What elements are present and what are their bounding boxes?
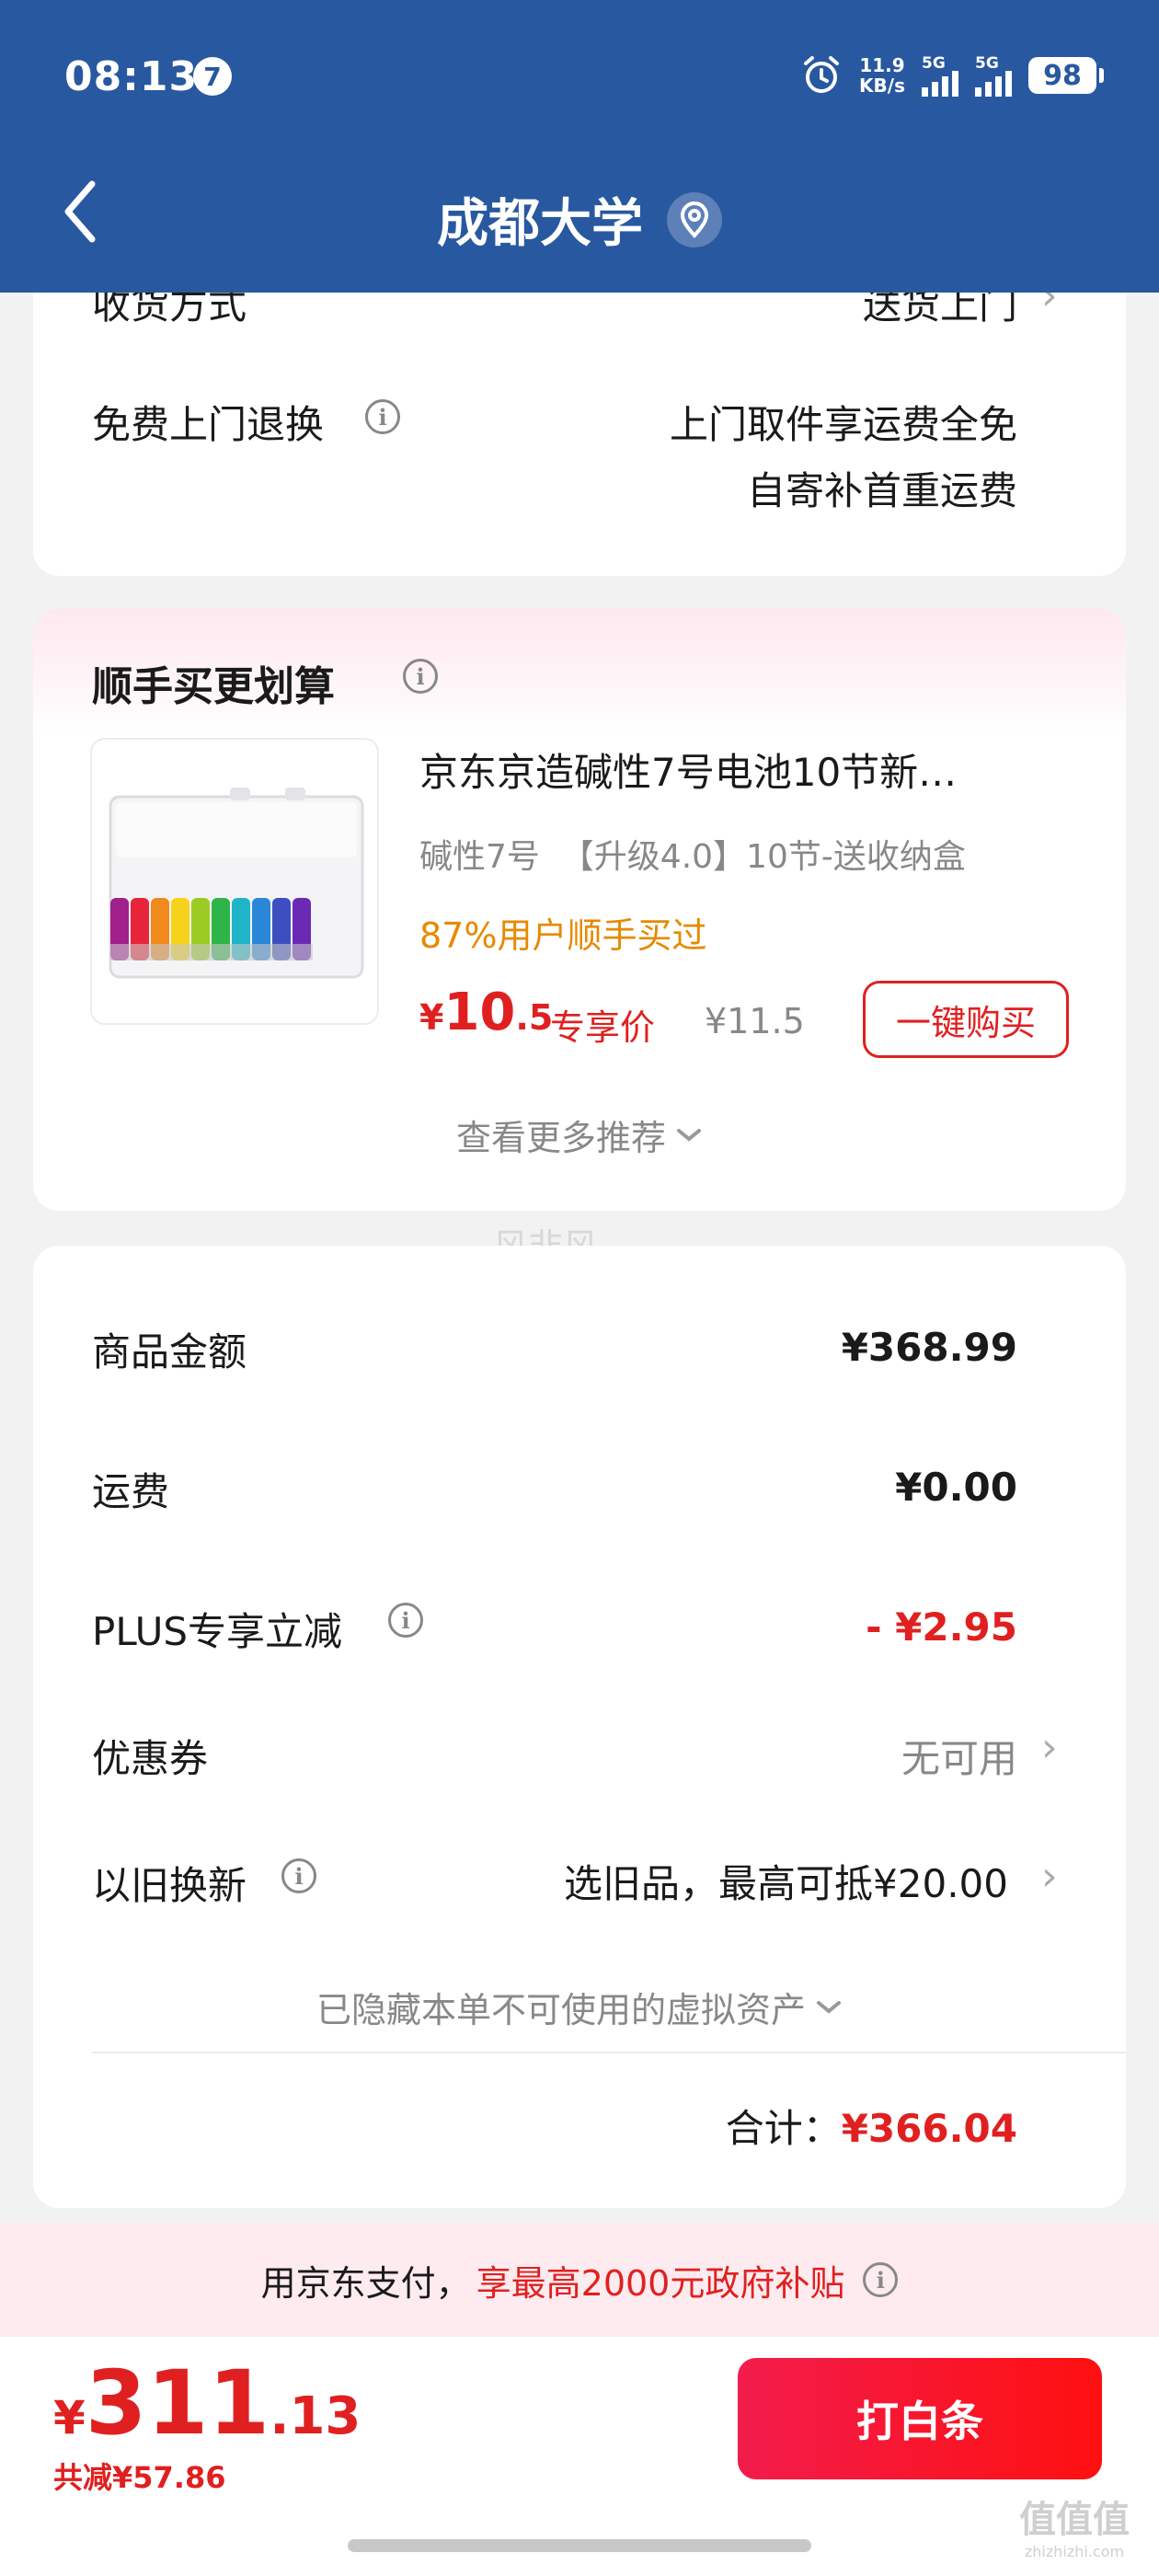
notification-badge: 7 [193,57,232,96]
info-icon[interactable]: i [403,659,438,694]
divider [92,2052,1126,2053]
total-discount: 共减¥57.86 [53,2460,226,2495]
chevron-right-icon: › [1041,1853,1058,1900]
free-return-label: 免费上门退换 [92,402,325,447]
free-return-value-line2: 自寄补首重运费 [746,468,1017,513]
app-header: 08:13 7 11.9 KB/s 5G 5G 98 成都大学 [0,0,1159,293]
hidden-assets-label: 已隐藏本单不可使用的虚拟资产 [316,1990,806,2030]
total-value: ¥366.04 [841,2106,1017,2151]
free-return-value-line1: 上门取件享运费全免 [669,402,1017,447]
one-click-buy-button[interactable]: 一键购买 [863,981,1069,1058]
page-title: 成都大学 [437,194,643,254]
location-button[interactable] [667,191,722,247]
hidden-assets-toggle[interactable]: 已隐藏本单不可使用的虚拟资产 [0,1982,1159,2032]
info-icon[interactable]: i [365,399,400,434]
final-price-dec: .13 [270,2386,361,2446]
battery-pack-image [109,788,364,979]
buy-rate: 87%用户顺手买过 [419,915,707,956]
price-int: 10 [443,983,516,1042]
price-summary-card [33,1246,1126,2208]
product-image[interactable] [90,738,379,1025]
pay-with-baitiao-button[interactable]: 打白条 [738,2358,1102,2479]
shipping-fee-label: 运费 [92,1469,170,1514]
final-price: ¥ 311 .13 [53,2352,361,2455]
cross-sell-price: ¥ 10 .5 [419,983,553,1042]
title-bar: 成都大学 [0,182,1159,257]
signal-icon-2: 5G [975,54,1012,97]
see-more-label: 查看更多推荐 [455,1118,666,1158]
price-symbol: ¥ [419,997,444,1038]
alarm-icon [804,56,840,93]
plus-discount-label: PLUS专享立减 [92,1609,343,1654]
chevron-down-icon [677,1128,701,1142]
cross-sell-title: 顺手买更划算 [92,663,335,710]
shipping-fee-value: ¥0.00 [895,1465,1017,1510]
exclusive-price-tag: 专享价 [550,1007,656,1048]
coupon-label: 优惠券 [92,1736,209,1781]
info-icon[interactable]: i [388,1603,423,1638]
subsidy-banner[interactable]: 用京东支付， 享最高2000元政府补贴 i [0,2223,1159,2337]
trade-in-label: 以旧换新 [92,1863,247,1908]
chevron-down-icon [817,2000,841,2014]
final-price-symbol: ¥ [53,2391,86,2444]
info-icon[interactable]: i [281,1858,316,1893]
watermark-corner: 值值值 zhizhizhi.com [1019,2499,1130,2560]
order-total: 合计： ¥366.04 [726,2098,1017,2154]
original-price: ¥11.5 [705,1001,805,1041]
product-spec: 碱性7号 【升级4.0】10节-送收纳盒 [419,838,966,876]
location-pin-icon [680,201,709,238]
see-more-recommendations[interactable]: 查看更多推荐 [0,1110,1159,1160]
battery-icon: 98 [1028,57,1104,94]
items-amount-label: 商品金额 [92,1329,247,1374]
info-icon[interactable]: i [863,2262,899,2297]
total-label: 合计： [725,2106,842,2151]
price-dec: .5 [515,997,554,1038]
product-name[interactable]: 京东京造碱性7号电池10节新… [419,742,1063,798]
coupon-value[interactable]: 无可用 [901,1728,1017,1784]
trade-in-value[interactable]: 选旧品，最高可抵¥20.00 [564,1853,1008,1909]
plus-discount-value: - ¥2.95 [866,1604,1017,1650]
home-indicator[interactable] [348,2539,811,2552]
status-icons: 11.9 KB/s 5G 5G 98 [800,52,1104,99]
subsidy-highlight: 享最高2000元政府补贴 [476,2262,845,2304]
status-time: 08:13 [64,53,199,100]
items-amount-value: ¥368.99 [841,1325,1017,1370]
net-speed: 11.9 KB/s [859,54,905,97]
chevron-right-icon: › [1041,1724,1058,1771]
signal-icon-1: 5G [922,54,958,97]
subsidy-text: 用京东支付， [260,2262,471,2304]
final-price-int: 311 [85,2352,270,2455]
